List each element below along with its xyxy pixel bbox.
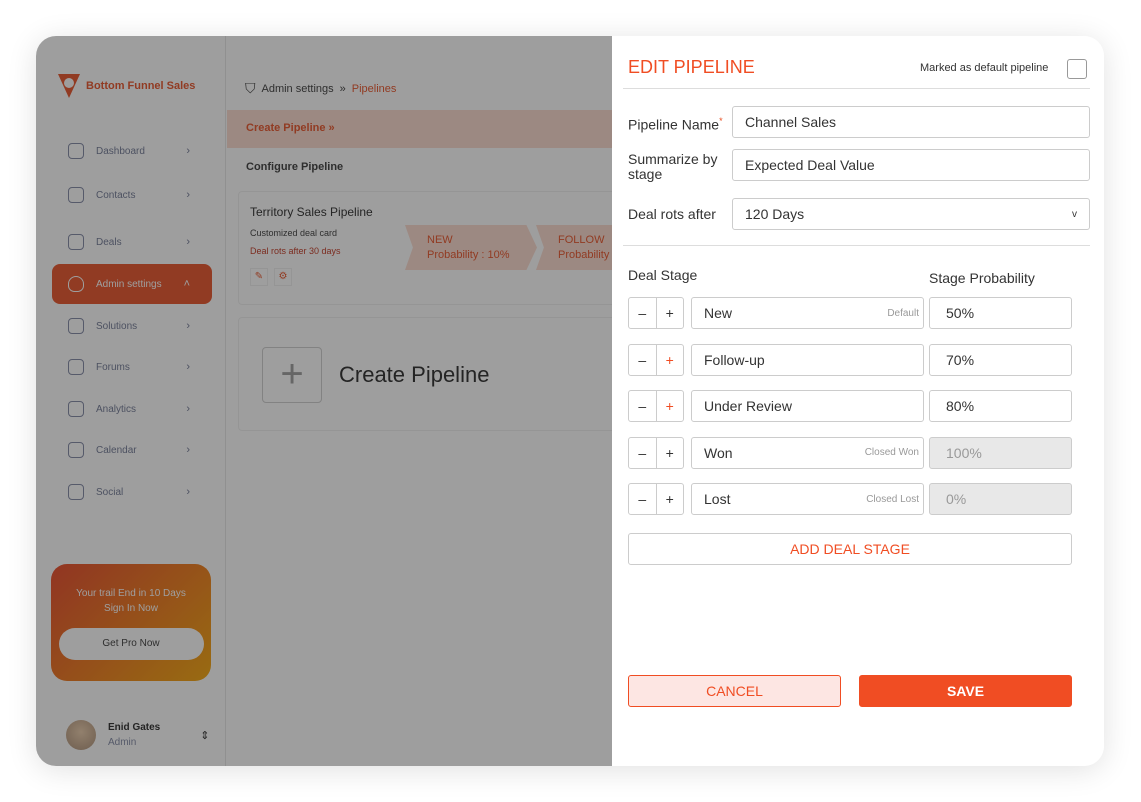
stage-tag: Closed Won (864, 447, 919, 459)
divider (623, 245, 1090, 246)
stage-stepper: – + (628, 436, 684, 469)
remove-stage-button[interactable]: – (629, 437, 657, 468)
drawer-title: EDIT PIPELINE (628, 57, 755, 77)
rot-value: 120 Days (745, 206, 805, 222)
stage-stepper: – + (628, 390, 684, 423)
rot-label: Deal rots after (628, 206, 716, 222)
stage-probability-input: 100% (929, 436, 1072, 469)
stage-name: Lost (704, 491, 731, 508)
stage-probability-header: Stage Probability (929, 270, 1035, 286)
stage-name: Under Review (704, 398, 792, 415)
add-stage-button[interactable]: + (657, 484, 684, 514)
remove-stage-button[interactable]: – (629, 344, 657, 375)
edit-pipeline-drawer: EDIT PIPELINE Marked as default pipeline… (612, 36, 1104, 766)
summarize-label: Summarize by stage (628, 151, 718, 182)
add-stage-button[interactable]: + (657, 345, 684, 375)
stage-probability-input: 0% (929, 483, 1072, 516)
stage-stepper: – + (628, 343, 684, 376)
modal-overlay[interactable] (36, 36, 612, 766)
stage-tag: Default (887, 307, 919, 319)
stage-tag: Closed Lost (866, 493, 919, 505)
cancel-button[interactable]: CANCEL (628, 675, 841, 707)
pipeline-name-label: Pipeline Name* (628, 116, 723, 133)
stage-name-input[interactable]: Follow-up (691, 343, 924, 376)
default-checkbox[interactable] (1067, 59, 1087, 79)
stage-name-input[interactable]: Lost Closed Lost (691, 483, 924, 516)
divider (623, 88, 1090, 89)
stage-name: Follow-up (704, 351, 765, 368)
remove-stage-button[interactable]: – (629, 484, 657, 515)
remove-stage-button[interactable]: – (629, 298, 657, 328)
deal-stage-header: Deal Stage (628, 267, 698, 283)
stage-name-input[interactable]: Under Review (691, 390, 924, 423)
stage-name-input[interactable]: Won Closed Won (691, 436, 924, 469)
add-stage-button[interactable]: + (657, 438, 684, 468)
remove-stage-button[interactable]: – (629, 391, 657, 422)
add-stage-button[interactable]: + (657, 298, 684, 328)
summarize-input[interactable]: Expected Deal Value (732, 149, 1090, 181)
stage-probability-input[interactable]: 80% (929, 390, 1072, 423)
rot-select[interactable]: 120 Days v (732, 198, 1090, 230)
stage-probability-input[interactable]: 70% (929, 343, 1072, 376)
app-window: Bottom Funnel Sales Dashboard › Contacts › D… (36, 36, 1104, 766)
chevron-down-icon: v (1072, 208, 1077, 220)
stage-stepper: – + (628, 483, 684, 516)
add-deal-stage-button[interactable]: ADD DEAL STAGE (628, 533, 1072, 565)
stage-name: New (704, 305, 733, 321)
save-button[interactable]: SAVE (859, 675, 1072, 707)
stage-stepper: – + (628, 297, 684, 329)
default-label: Marked as default pipeline (920, 62, 1049, 74)
add-stage-button[interactable]: + (657, 391, 684, 421)
pipeline-name-input[interactable]: Channel Sales (732, 106, 1090, 138)
stage-name: Won (704, 444, 733, 461)
stage-name-input[interactable]: New Default (691, 297, 924, 329)
required-mark: * (719, 116, 723, 126)
stage-probability-input[interactable]: 50% (929, 297, 1072, 329)
